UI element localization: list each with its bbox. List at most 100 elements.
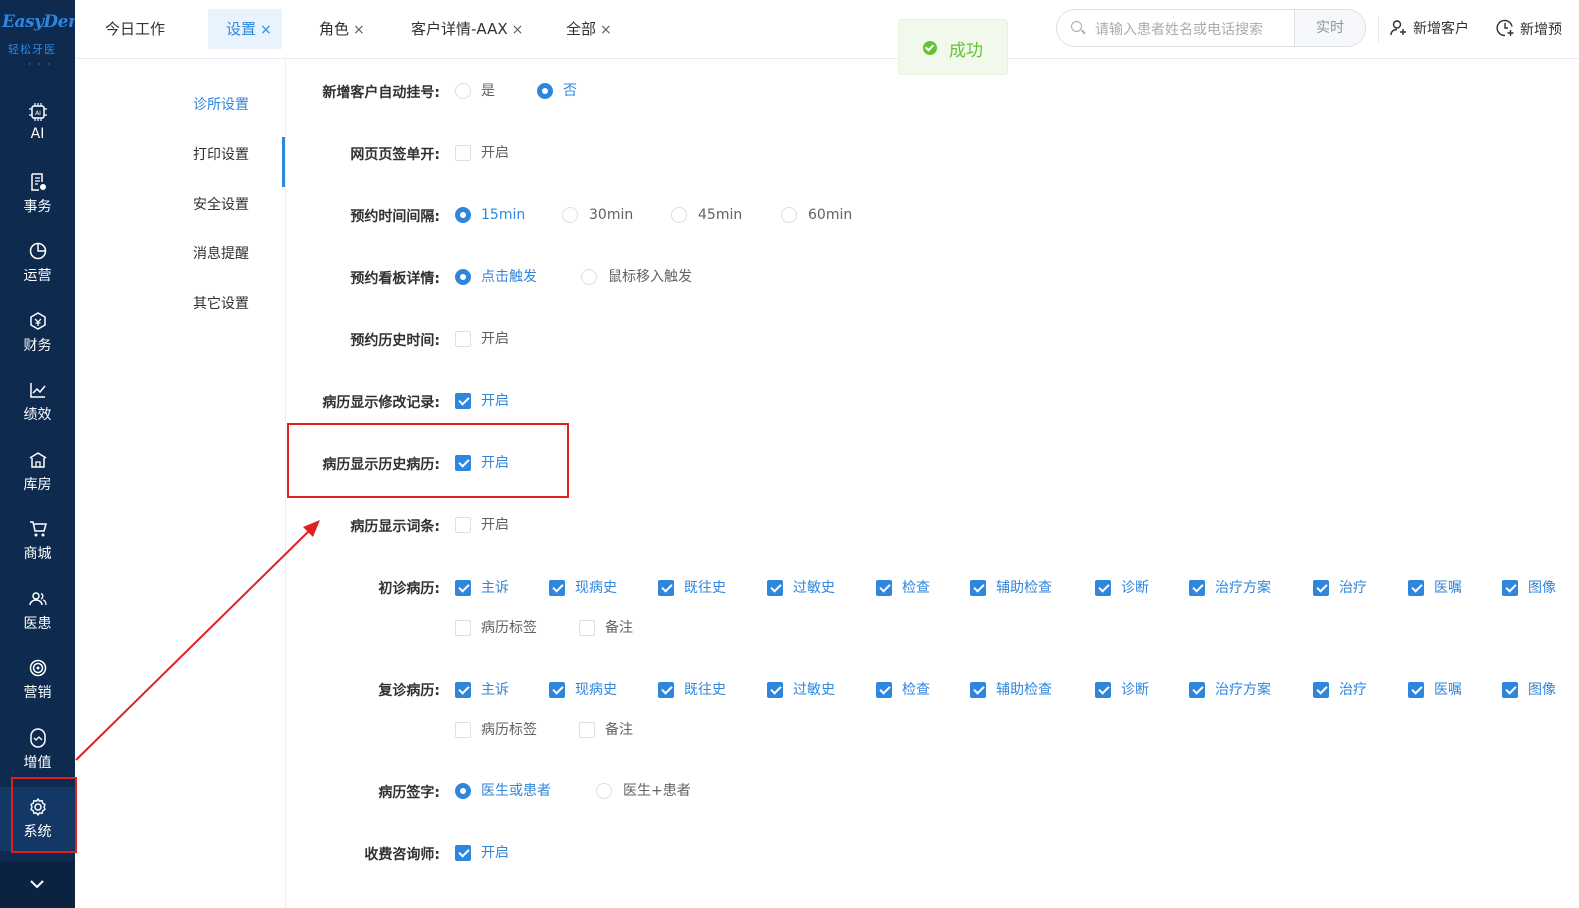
sidebar-collapse-button[interactable]: [0, 862, 75, 908]
finance-icon: [29, 312, 46, 330]
first-visit-checkbox[interactable]: [1313, 580, 1329, 596]
svg-text:AI: AI: [35, 110, 41, 117]
close-icon[interactable]: ×: [512, 22, 524, 38]
add-appointment-icon: [1496, 19, 1514, 37]
toast-message: 成功: [949, 41, 983, 61]
sidebar-item-mall[interactable]: 商城: [0, 509, 75, 573]
option-label: 病历标签: [481, 722, 537, 738]
return-visit-checkbox[interactable]: [455, 722, 471, 738]
checkbox-charge-consultant[interactable]: [455, 845, 471, 861]
option-label: 15min: [481, 207, 526, 223]
success-check-icon: [923, 41, 937, 55]
return-visit-checkbox[interactable]: [1189, 682, 1205, 698]
ai-chip-icon: AI: [28, 103, 47, 121]
tab-settings[interactable]: 设置 ×: [208, 9, 282, 49]
first-visit-checkbox[interactable]: [1502, 580, 1518, 596]
warehouse-icon: [29, 452, 46, 468]
sidebar-item-ai[interactable]: AI AI: [0, 92, 75, 156]
tab-customer-detail[interactable]: 客户详情-AAX ×: [401, 9, 533, 49]
realtime-button[interactable]: 实时: [1294, 10, 1365, 46]
sidebar-item-marketing[interactable]: 营销: [0, 648, 75, 712]
setting-label: 预约看板详情:: [350, 271, 440, 287]
radio-signature-either[interactable]: [455, 783, 471, 799]
first-visit-checkbox[interactable]: [970, 580, 986, 596]
option-label: 治疗: [1339, 580, 1367, 596]
sidebar-item-patients[interactable]: 医患: [0, 579, 75, 643]
first-visit-checkbox[interactable]: [658, 580, 674, 596]
return-visit-checkbox[interactable]: [455, 682, 471, 698]
sidebar-item-finance[interactable]: 财务: [0, 301, 75, 365]
sidebar-item-warehouse[interactable]: 库房: [0, 440, 75, 504]
return-visit-checkbox[interactable]: [1095, 682, 1111, 698]
radio-auto-register-no[interactable]: [537, 83, 553, 99]
return-visit-checkbox[interactable]: [1502, 682, 1518, 698]
sidebar-item-label: 增值: [23, 755, 52, 771]
sidebar-item-performance[interactable]: 绩效: [0, 370, 75, 434]
logo-subtitle: 轻松牙医: [8, 43, 56, 56]
tab-roles[interactable]: 角色 ×: [309, 9, 375, 49]
return-visit-checkbox[interactable]: [549, 682, 565, 698]
checkbox-record-edit-log[interactable]: [455, 393, 471, 409]
close-icon[interactable]: ×: [260, 22, 272, 38]
option-label: 检查: [902, 682, 930, 698]
option-label: 医生或患者: [481, 783, 551, 799]
first-visit-checkbox[interactable]: [455, 620, 471, 636]
submenu-message-reminder[interactable]: 消息提醒: [193, 243, 249, 263]
first-visit-checkbox[interactable]: [1189, 580, 1205, 596]
first-visit-checkbox[interactable]: [1095, 580, 1111, 596]
radio-board-hover[interactable]: [581, 269, 597, 285]
top-bar: 今日工作 设置 × 角色 × 客户详情-AAX × 全部 × 请输入患者姓名或电话搜索 …: [75, 0, 1579, 59]
pie-chart-icon: [29, 242, 46, 260]
new-appointment-label: 新增预: [1520, 22, 1562, 38]
sidebar-item-operations[interactable]: 运营: [0, 231, 75, 295]
checkbox-web-tab-single[interactable]: [455, 145, 471, 161]
return-visit-checkbox[interactable]: [1313, 682, 1329, 698]
return-visit-checkbox[interactable]: [767, 682, 783, 698]
first-visit-checkbox[interactable]: [579, 620, 595, 636]
first-visit-checkbox[interactable]: [767, 580, 783, 596]
radio-interval-15[interactable]: [455, 207, 471, 223]
tab-all[interactable]: 全部 ×: [556, 9, 622, 49]
close-icon[interactable]: ×: [353, 22, 365, 38]
radio-interval-30[interactable]: [562, 207, 578, 223]
task-doc-icon: [30, 173, 46, 191]
option-label: 诊断: [1121, 580, 1149, 596]
radio-signature-both[interactable]: [596, 783, 612, 799]
return-visit-checkbox[interactable]: [658, 682, 674, 698]
setting-label: 网页页签单开:: [350, 147, 440, 163]
submenu-other-settings[interactable]: 其它设置: [193, 293, 249, 313]
option-label: 备注: [605, 722, 633, 738]
setting-label: 复诊病历:: [378, 683, 440, 699]
sidebar-item-label: 营销: [23, 685, 52, 701]
return-visit-checkbox[interactable]: [970, 682, 986, 698]
new-appointment-button[interactable]: 新增预: [1495, 18, 1562, 40]
checkbox-record-terms[interactable]: [455, 517, 471, 533]
option-label: 病历标签: [481, 620, 537, 636]
close-icon[interactable]: ×: [600, 22, 612, 38]
logo[interactable]: EasyDent 轻松牙医 · · ·: [0, 0, 88, 70]
first-visit-checkbox[interactable]: [876, 580, 892, 596]
new-customer-button[interactable]: 新增客户: [1390, 18, 1469, 40]
sidebar-item-tasks[interactable]: 事务: [0, 162, 75, 226]
first-visit-checkbox[interactable]: [549, 580, 565, 596]
return-visit-checkbox[interactable]: [579, 722, 595, 738]
tab-today-work[interactable]: 今日工作: [95, 9, 175, 49]
radio-interval-60[interactable]: [781, 207, 797, 223]
option-label: 医嘱: [1434, 580, 1462, 596]
search-input[interactable]: 请输入患者姓名或电话搜索: [1095, 19, 1263, 39]
option-label: 辅助检查: [996, 580, 1052, 596]
new-customer-label: 新增客户: [1413, 21, 1469, 37]
tab-label: 角色: [319, 20, 350, 38]
first-visit-checkbox[interactable]: [1408, 580, 1424, 596]
sidebar-item-label: 医患: [23, 616, 52, 632]
return-visit-checkbox[interactable]: [876, 682, 892, 698]
first-visit-checkbox[interactable]: [455, 580, 471, 596]
return-visit-checkbox[interactable]: [1408, 682, 1424, 698]
radio-interval-45[interactable]: [671, 207, 687, 223]
radio-board-click[interactable]: [455, 269, 471, 285]
option-label: 备注: [605, 620, 633, 636]
checkbox-appt-history-time[interactable]: [455, 331, 471, 347]
sidebar-item-value-added[interactable]: 增值: [0, 718, 75, 782]
setting-label: 病历签字:: [378, 785, 440, 801]
radio-auto-register-yes[interactable]: [455, 83, 471, 99]
